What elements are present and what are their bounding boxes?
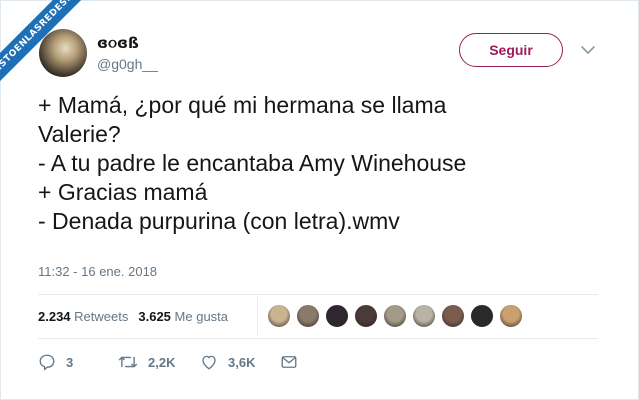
watermark-banner: VISTOENLASREDES.COM <box>0 0 83 83</box>
retweets-label: Retweets <box>74 309 129 324</box>
liker-avatar[interactable] <box>354 304 378 328</box>
follow-button[interactable]: Seguir <box>459 33 563 67</box>
like-button[interactable]: 3,6K <box>200 353 255 371</box>
author-handle[interactable]: @g0gh__ <box>97 56 158 72</box>
reply-count: 3 <box>66 354 74 370</box>
retweet-count: 2,2K <box>148 354 176 370</box>
reply-icon <box>39 354 55 371</box>
liker-avatar[interactable] <box>470 304 494 328</box>
direct-message-button[interactable] <box>280 353 308 371</box>
divider <box>38 294 598 295</box>
liker-avatar[interactable] <box>296 304 320 328</box>
tweet-line: Valerie? <box>38 121 121 147</box>
envelope-icon <box>281 356 297 368</box>
tweet-text: + Mamá, ¿por qué mi hermana se llama Val… <box>38 91 618 236</box>
reply-button[interactable]: 3 <box>38 353 73 371</box>
likes-label: Me gusta <box>174 309 229 324</box>
likes-stat[interactable]: 3.625 Me gusta <box>138 309 228 324</box>
engagement-stats: 2.234 Retweets 3.625 Me gusta <box>38 309 228 324</box>
liker-avatar[interactable] <box>412 304 436 328</box>
heart-icon <box>202 355 216 370</box>
retweet-button[interactable]: 2,2K <box>118 353 175 371</box>
stats-divider <box>257 297 258 335</box>
retweets-count: 2.234 <box>38 309 71 324</box>
tweet-timestamp[interactable]: 11:32 - 16 ene. 2018 <box>38 264 157 279</box>
liker-avatar[interactable] <box>267 304 291 328</box>
liker-avatar[interactable] <box>383 304 407 328</box>
likes-count: 3.625 <box>138 309 171 324</box>
retweet-icon <box>118 356 138 368</box>
liker-avatar[interactable] <box>325 304 349 328</box>
tweet-card: VISTOENLASREDES.COM ɞ૦ɞß @g0gh__ Seguir … <box>0 0 639 400</box>
liker-avatar[interactable] <box>499 304 523 328</box>
author-display-name[interactable]: ɞ૦ɞß <box>97 34 139 52</box>
retweets-stat[interactable]: 2.234 Retweets <box>38 309 128 324</box>
tweet-line: + Gracias mamá <box>38 179 208 205</box>
like-count: 3,6K <box>228 354 256 370</box>
tweet-line: - A tu padre le encantaba Amy Winehouse <box>38 150 467 176</box>
divider <box>38 338 598 339</box>
liker-avatar[interactable] <box>441 304 465 328</box>
tweet-line: - Denada purpurina (con letra).wmv <box>38 208 400 234</box>
chevron-down-icon[interactable] <box>579 41 597 59</box>
watermark-text: VISTOENLASREDES.COM <box>0 0 83 83</box>
tweet-line: + Mamá, ¿por qué mi hermana se llama <box>38 92 447 118</box>
